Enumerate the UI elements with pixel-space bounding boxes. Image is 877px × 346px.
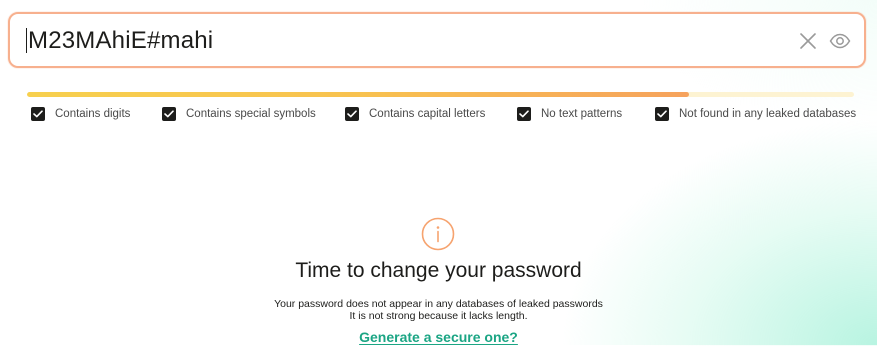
info-icon: [421, 217, 455, 251]
checkbox-checked-icon: [31, 107, 45, 121]
criteria-label: Not found in any leaked databases: [679, 108, 857, 120]
close-icon: [800, 33, 816, 49]
result-description-line: Your password does not appear in any dat…: [274, 298, 603, 310]
result-description: Your password does not appear in any dat…: [0, 298, 877, 322]
text-caret: [26, 28, 27, 53]
criteria-label: No text patterns: [541, 108, 623, 120]
criteria-label: Contains digits: [55, 108, 131, 120]
generate-password-link-wrap: Generate a secure one?: [0, 327, 877, 346]
password-criteria-list: Contains digits Contains special symbols…: [31, 107, 861, 123]
result-description-line: It is not strong because it lacks length…: [349, 310, 528, 322]
criteria-label: Contains capital letters: [369, 108, 486, 120]
clear-button[interactable]: [796, 29, 820, 53]
toggle-visibility-button[interactable]: [828, 29, 852, 53]
criteria-label: Contains special symbols: [186, 108, 316, 120]
criteria-item-text-patterns: No text patterns: [517, 107, 622, 121]
password-input[interactable]: M23MAhiE#mahi: [26, 27, 213, 55]
strength-meter: [27, 92, 854, 97]
password-field[interactable]: M23MAhiE#mahi: [8, 12, 866, 68]
strength-meter-fill: [27, 92, 689, 97]
password-value[interactable]: M23MAhiE#mahi: [28, 27, 213, 54]
criteria-item-special-symbols: Contains special symbols: [162, 107, 316, 121]
generate-password-link[interactable]: Generate a secure one?: [359, 329, 518, 345]
checkbox-checked-icon: [517, 107, 531, 121]
checkbox-checked-icon: [345, 107, 359, 121]
eye-icon: [829, 33, 851, 49]
result-title: Time to change your password: [295, 259, 582, 282]
criteria-item-leaked-databases: Not found in any leaked databases: [655, 107, 856, 121]
checkbox-checked-icon: [162, 107, 176, 121]
checkbox-checked-icon: [655, 107, 669, 121]
criteria-item-digits: Contains digits: [31, 107, 130, 121]
criteria-item-capital-letters: Contains capital letters: [345, 107, 485, 121]
